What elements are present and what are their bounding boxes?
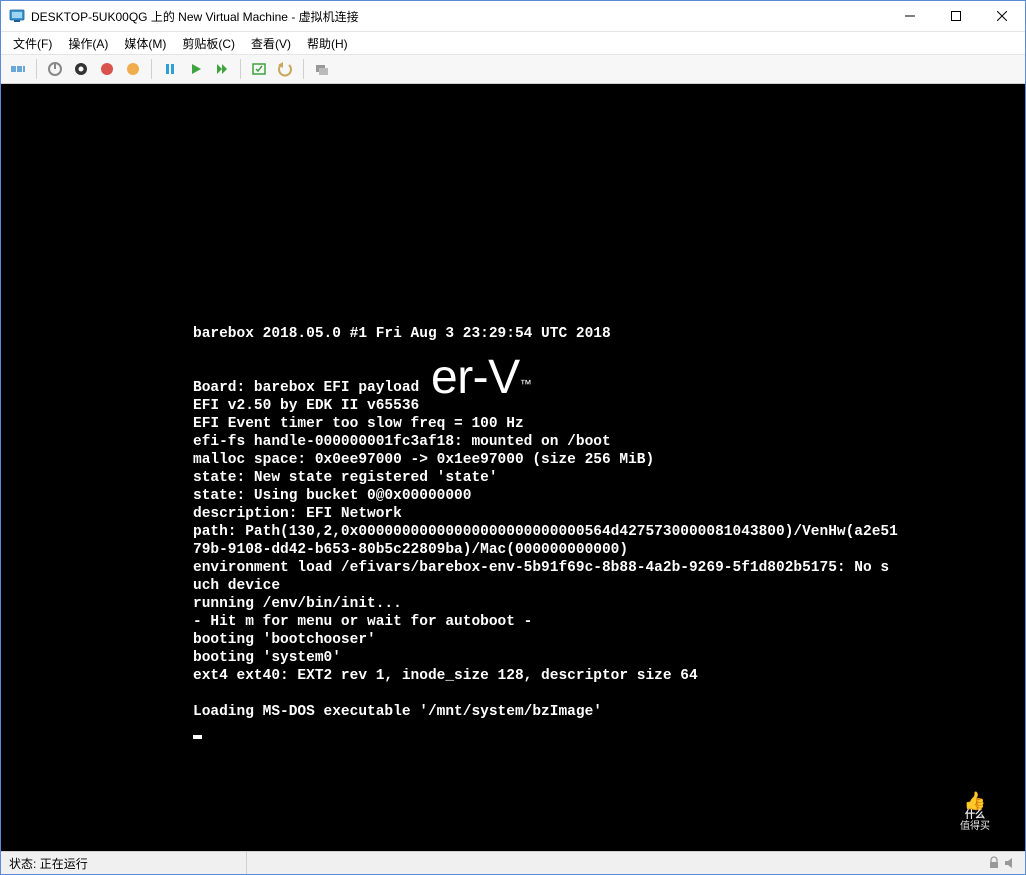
window-title: DESKTOP-5UK00QG 上的 New Virtual Machine -…: [31, 8, 359, 25]
reset-button[interactable]: [122, 58, 144, 80]
minimize-button[interactable]: [887, 1, 933, 31]
vm-display[interactable]: er-V™ barebox 2018.05.0 #1 Fri Aug 3 23:…: [1, 84, 1025, 851]
toolbar-separator: [151, 59, 152, 79]
status-label: 状态: 正在运行: [1, 855, 96, 872]
ctrl-alt-del-button[interactable]: [7, 58, 29, 80]
thumbs-up-icon: 👍: [964, 792, 986, 810]
toolbar-separator: [303, 59, 304, 79]
audio-icon: [1003, 856, 1017, 870]
menu-clipboard[interactable]: 剪贴板(C): [174, 33, 243, 54]
toolbar-separator: [240, 59, 241, 79]
console-output: barebox 2018.05.0 #1 Fri Aug 3 23:29:54 …: [3, 140, 1023, 739]
checkpoint-button[interactable]: [248, 58, 270, 80]
statusbar: 状态: 正在运行: [1, 851, 1025, 874]
resume-button[interactable]: [211, 58, 233, 80]
smzdm-watermark-badge: 👍 什么 值得买: [941, 778, 1009, 846]
pause-button[interactable]: [159, 58, 181, 80]
status-separator: [246, 852, 247, 874]
status-value: 正在运行: [40, 857, 88, 871]
badge-text-1: 什么: [965, 810, 985, 821]
start-button[interactable]: [185, 58, 207, 80]
menu-help[interactable]: 帮助(H): [299, 33, 356, 54]
titlebar: DESKTOP-5UK00QG 上的 New Virtual Machine -…: [1, 1, 1025, 32]
status-icons: [987, 856, 1025, 870]
cursor: [193, 735, 202, 739]
menu-action[interactable]: 操作(A): [60, 33, 116, 54]
menu-file[interactable]: 文件(F): [5, 33, 60, 54]
toolbar-separator: [36, 59, 37, 79]
maximize-button[interactable]: [933, 1, 979, 31]
menu-view[interactable]: 查看(V): [243, 33, 299, 54]
menubar: 文件(F) 操作(A) 媒体(M) 剪贴板(C) 查看(V) 帮助(H): [1, 32, 1025, 55]
revert-button[interactable]: [274, 58, 296, 80]
turn-off-button[interactable]: [44, 58, 66, 80]
app-icon: [9, 8, 25, 24]
menu-media[interactable]: 媒体(M): [116, 33, 174, 54]
stop-button[interactable]: [96, 58, 118, 80]
badge-text-2: 值得买: [960, 821, 990, 832]
lock-icon: [987, 856, 1001, 870]
enhanced-session-button[interactable]: [311, 58, 333, 80]
close-button[interactable]: [979, 1, 1025, 31]
toolbar: [1, 55, 1025, 84]
shutdown-button[interactable]: [70, 58, 92, 80]
vm-connection-window: DESKTOP-5UK00QG 上的 New Virtual Machine -…: [0, 0, 1026, 875]
